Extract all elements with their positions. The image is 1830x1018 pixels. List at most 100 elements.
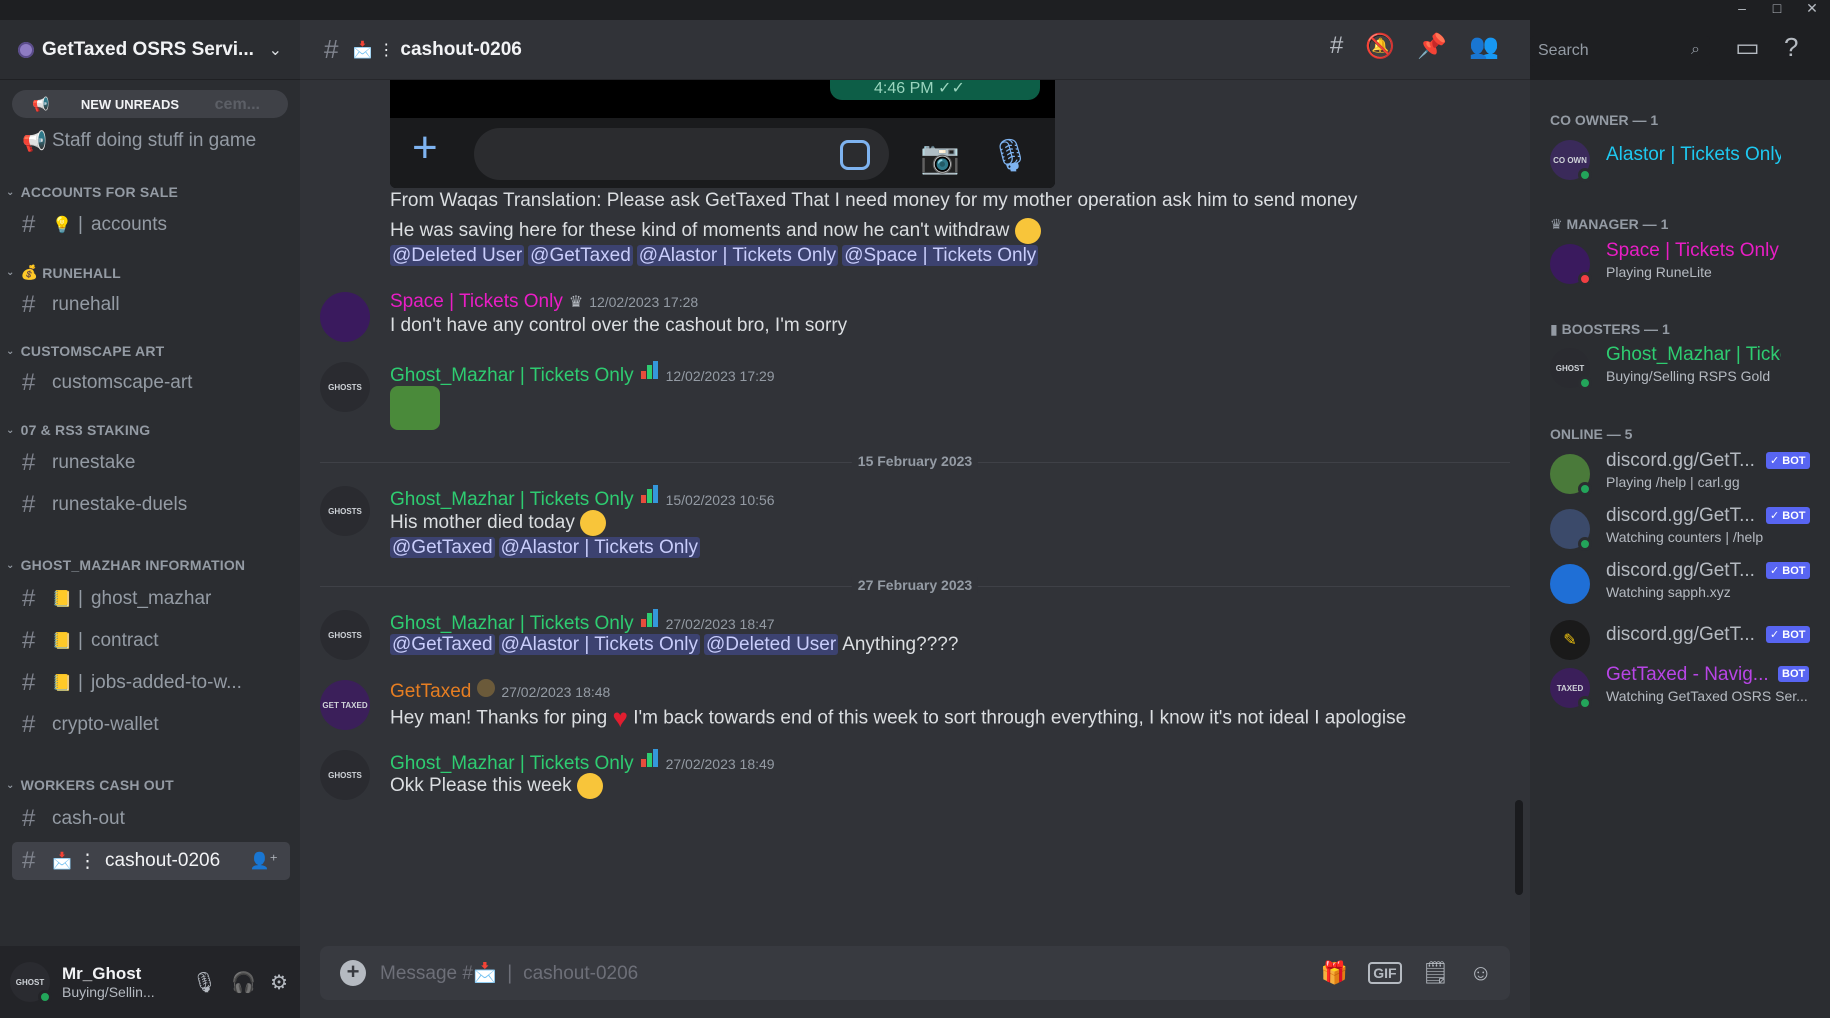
close-button[interactable]: ✕ [1795,0,1829,20]
category-accounts-for-sale[interactable]: ⌄ ACCOUNTS FOR SALE [6,184,178,200]
channel-customscape-art[interactable]: # customscape-art [12,364,290,402]
message-text: I'm back towards end of this week to sor… [633,707,1407,729]
message-author[interactable]: Ghost_Mazhar | Tickets Only [390,613,634,635]
member-item[interactable]: discord.gg/GetT... ✓ BOT Watching sapph.… [1550,560,1820,608]
message-input[interactable]: Message #📩 ❘ cashout-0206 [380,961,638,985]
server-tag-icon [477,679,496,697]
mention[interactable]: @Space | Tickets Only [842,245,1039,266]
avatar[interactable]: GHOSTS [320,750,370,800]
channel-cashout-0206[interactable]: # 📩 ⋮ cashout-0206 👤⁺ [12,842,290,880]
channel-ghost-mazhar[interactable]: # 📒 | ghost_mazhar [12,580,290,618]
channel-staff[interactable]: 📢 Staff doing stuff in game [12,122,290,160]
member-item[interactable]: ✎ discord.gg/GetT... ✓ BOT [1550,616,1820,664]
mention[interactable]: @Deleted User [704,634,839,655]
message-author[interactable]: Ghost_Mazhar | Tickets Only [390,365,634,387]
message-author[interactable]: Ghost_Mazhar | Tickets Only [390,489,634,511]
maximize-button[interactable]: □ [1760,0,1794,20]
pin-icon[interactable]: 📌 [1417,32,1447,61]
sticker-icon [840,140,870,170]
message-header: Ghost_Mazhar | Tickets Only 12/02/2023 1… [390,361,775,387]
avatar[interactable] [320,292,370,342]
message-header: Space | Tickets Only ♛ 12/02/2023 17:28 [390,291,698,313]
timestamp: 27/02/2023 18:49 [665,756,775,772]
server-header[interactable]: GetTaxed OSRS Servi... ⌄ [0,20,300,80]
sticker-icon[interactable]: 🗒 [1422,960,1450,986]
message-author[interactable]: Ghost_Mazhar | Tickets Only [390,753,634,775]
avatar[interactable]: GHOSTS [320,486,370,536]
help-icon[interactable]: ? [1784,32,1798,63]
channel-runestake[interactable]: # runestake [12,444,290,482]
channel-label: accounts [90,214,167,235]
flushed-emoji-icon [576,773,603,799]
mention[interactable]: @GetTaxed [390,634,495,655]
add-member-icon[interactable]: 👤⁺ [250,851,278,871]
member-item[interactable]: TAXED GetTaxed - Navig... BOT Watching G… [1550,664,1820,712]
channel-accounts[interactable]: # 💡 | accounts [12,206,290,244]
category-label: RUNEHALL [42,264,121,281]
headphones-icon[interactable]: 🎧 [231,970,256,995]
member-item[interactable]: discord.gg/GetT... ✓ BOT Watching counte… [1550,505,1820,553]
category-staking[interactable]: ⌄ 07 & RS3 STAKING [6,422,150,438]
member-list-icon[interactable]: 👥 [1469,32,1499,61]
message-composer[interactable]: + Message #📩 ❘ cashout-0206 🎁 GIF 🗒 ☺ [320,946,1510,1000]
member-name: Alastor | Tickets Only [1606,144,1781,165]
avatar-text: CO OWN [1553,155,1587,165]
mention[interactable]: @Alastor | Tickets Only [498,634,701,655]
channel-contract[interactable]: # 📒 | contract [12,622,290,660]
mention[interactable]: @Deleted User [390,245,525,266]
message-author[interactable]: GetTaxed [390,681,471,703]
whatsapp-screenshot-image[interactable]: 4:46 PM ✓✓ + 📷 🎙 [390,80,1055,188]
notepad-icon: 📒 [52,591,72,608]
search-input[interactable]: Search ⌕ [1530,36,1710,66]
member-status: Playing /help | carl.gg [1606,474,1740,490]
category-customscape-art[interactable]: ⌄ CUSTOMSCAPE ART [6,343,164,359]
emoji-icon[interactable]: ☺ [1470,960,1492,986]
member-item[interactable]: CO OWN Alastor | Tickets Only [1550,136,1820,184]
scrollbar[interactable] [1515,800,1523,895]
category-runehall[interactable]: ⌄ 💰 RUNEHALL [6,264,121,281]
hash-icon: # [22,711,36,738]
mention-row: @Deleted User @GetTaxed @Alastor | Tickets… [390,245,1042,267]
mute-bell-icon[interactable]: 🔕 [1365,32,1395,61]
channel-jobs-added[interactable]: # 📒 | jobs-added-to-w... [12,664,290,702]
channel-runehall[interactable]: # runehall [12,286,290,324]
channel-runestake-duels[interactable]: # runestake-duels [12,486,290,524]
category-workers-cash-out[interactable]: ⌄ WORKERS CASH OUT [6,777,174,793]
message-header: Ghost_Mazhar | Tickets Only 27/02/2023 1… [390,609,775,635]
microphone-icon[interactable]: 🎙 [192,970,217,995]
avatar[interactable]: GHOSTS [320,610,370,660]
member-item[interactable]: Space | Tickets Only Playing RuneLite [1550,240,1820,288]
avatar[interactable]: GHOST [10,962,52,1004]
avatar[interactable]: GHOSTS [320,362,370,412]
gif-button[interactable]: GIF [1368,962,1402,984]
new-unreads-pill[interactable]: 📢 NEW UNREADS cem... [12,90,288,118]
hash-icon: # [22,847,36,874]
mention[interactable]: @Alastor | Tickets Only [636,245,839,266]
separator: ⋮ [378,41,395,59]
mention[interactable]: @GetTaxed [528,245,633,266]
mention[interactable]: @Alastor | Tickets Only [498,537,701,558]
gear-icon[interactable]: ⚙ [270,970,288,995]
gift-icon[interactable]: 🎁 [1321,960,1348,986]
mention-row: @GetTaxed @Alastor | Tickets Only [390,537,704,559]
member-name: discord.gg/GetT... [1606,560,1755,581]
inbox-icon[interactable]: ▭ [1735,32,1760,63]
add-attachment-button[interactable]: + [340,960,366,986]
mention[interactable]: @GetTaxed [390,537,495,558]
chevron-down-icon: ⌄ [6,345,15,357]
channel-cash-out[interactable]: # cash-out [12,800,290,838]
channel-crypto-wallet[interactable]: # crypto-wallet [12,706,290,744]
avatar[interactable]: GET TAXED [320,680,370,730]
category-ghost-mazhar-information[interactable]: ⌄ GHOST_MAZHAR INFORMATION [6,557,245,573]
member-item[interactable]: discord.gg/GetT... ✓ BOT Playing /help |… [1550,450,1820,498]
message-author[interactable]: Space | Tickets Only [390,291,563,313]
date-divider: 15 February 2023 [320,453,1510,469]
pepe-sticker-image[interactable] [390,386,440,430]
threads-icon[interactable]: # [1330,32,1343,61]
member-item[interactable]: GHOST Ghost_Mazhar | Ticke... Buying/Sel… [1550,344,1820,392]
chevron-down-icon: ⌄ [6,559,15,571]
category-label: GHOST_MAZHAR INFORMATION [20,557,246,573]
heart-icon: ♥ [612,703,628,733]
plus-icon: + [412,123,438,172]
minimize-button[interactable]: – [1725,0,1759,20]
